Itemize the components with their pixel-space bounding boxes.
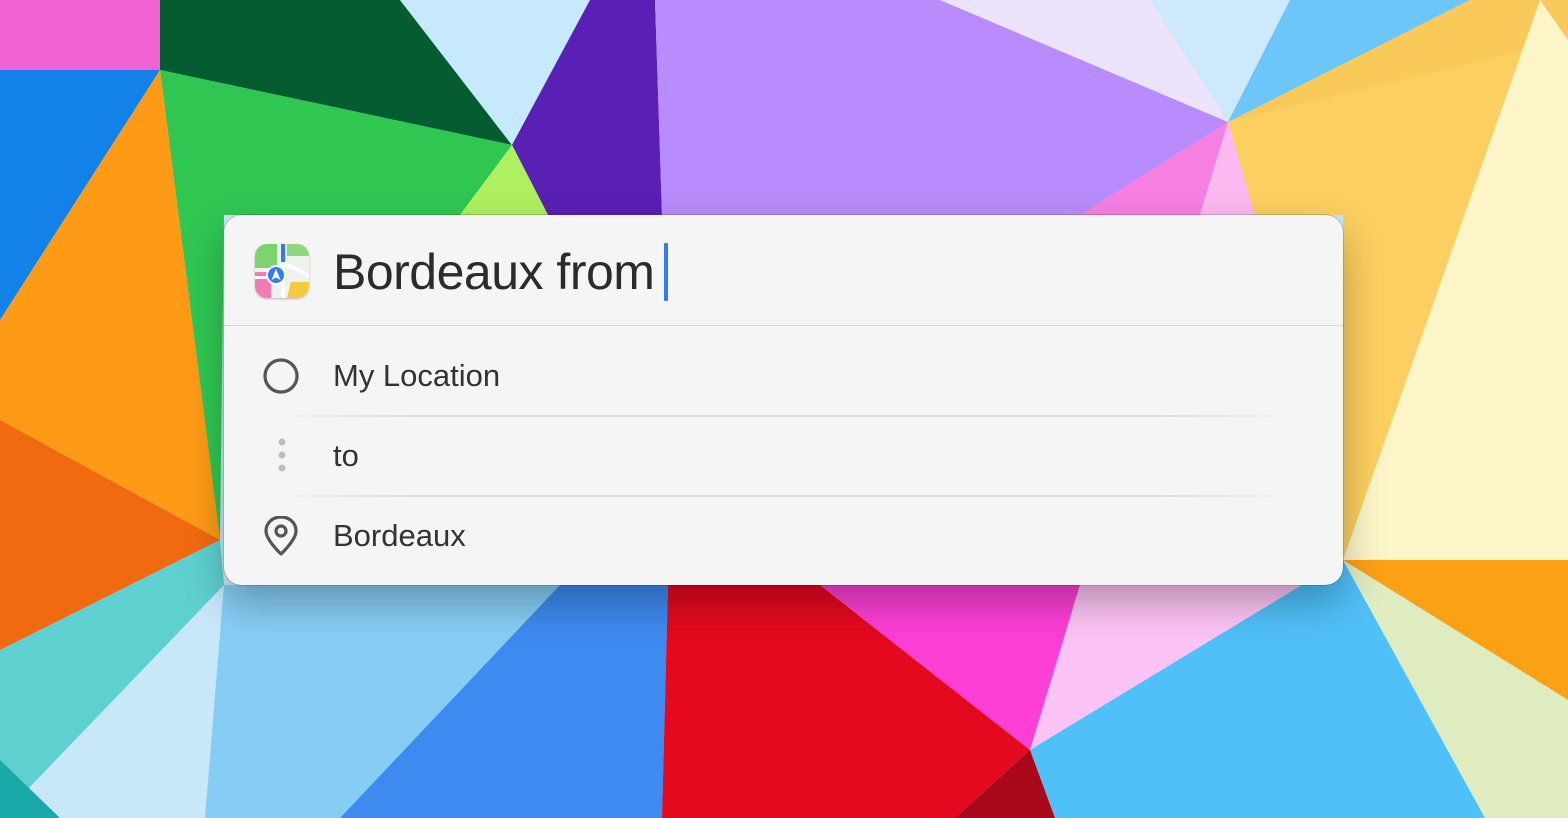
route-origin-label: My Location bbox=[333, 358, 501, 393]
route-origin-row[interactable]: My Location bbox=[224, 336, 1343, 416]
spotlight-panel: Bordeaux from My Location to Bordeaux bbox=[224, 215, 1343, 585]
vertical-dots-icon bbox=[260, 436, 300, 476]
route-destination-label: Bordeaux bbox=[333, 518, 466, 553]
route-connector-row: to bbox=[224, 416, 1343, 496]
route-connector-label: to bbox=[333, 438, 359, 473]
search-bar[interactable]: Bordeaux from bbox=[224, 215, 1343, 326]
search-input[interactable]: Bordeaux from bbox=[333, 242, 669, 302]
route-destination-row[interactable]: Bordeaux bbox=[224, 496, 1343, 576]
search-query-text: Bordeaux from bbox=[333, 244, 655, 300]
text-caret bbox=[664, 243, 669, 301]
circle-icon bbox=[260, 356, 300, 396]
location-pin-icon bbox=[260, 515, 300, 556]
maps-app-icon bbox=[255, 244, 309, 298]
